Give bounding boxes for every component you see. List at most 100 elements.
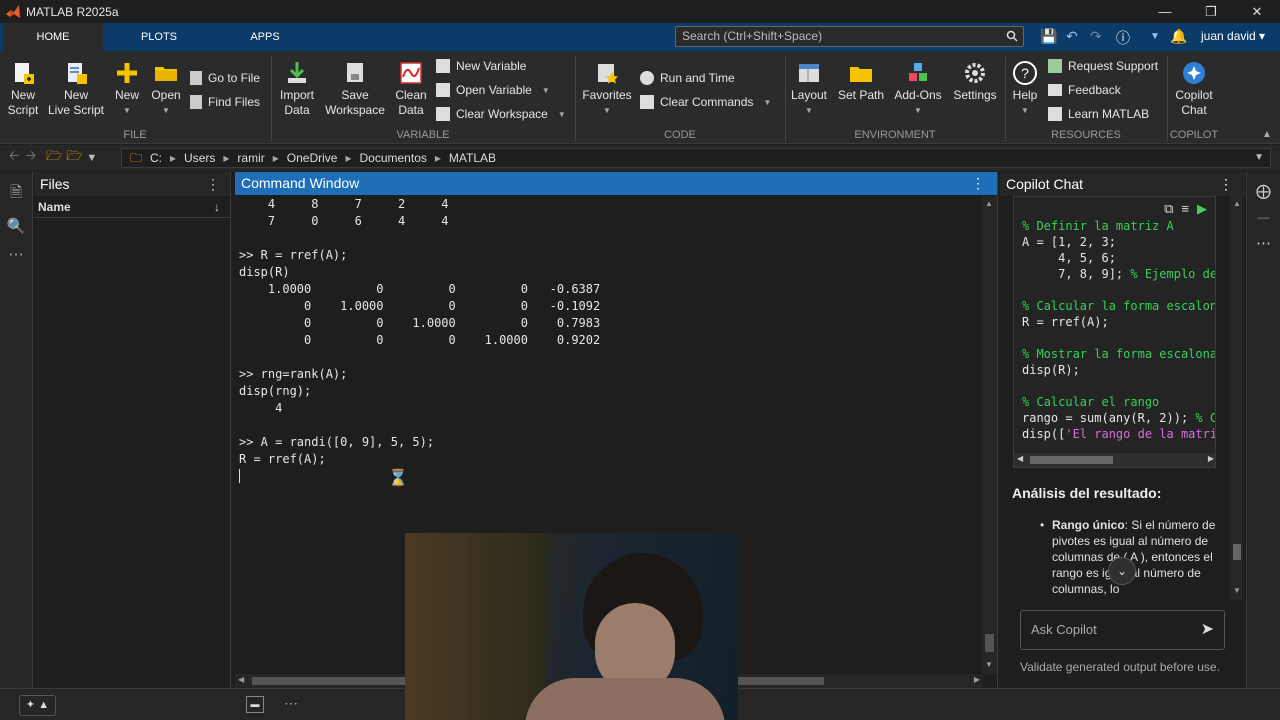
send-icon[interactable]: ➤ — [1201, 611, 1214, 649]
forward-arrow-icon[interactable]: 🡢 — [26, 147, 37, 169]
collapse-ribbon-icon[interactable]: ▲ — [1262, 129, 1272, 140]
collapse-icon[interactable]: — — [1247, 210, 1280, 224]
quick-access-dropdown-icon[interactable]: ▼ — [1150, 31, 1160, 42]
command-window-header: Command Window ⋮ — [235, 172, 997, 195]
more-options-icon[interactable]: ⋯ — [1247, 234, 1280, 252]
browse-folder-icon[interactable]: 🗁 — [66, 147, 82, 169]
status-menu-button[interactable]: ✦ ▲ — [19, 695, 56, 716]
panel-menu-icon[interactable]: ⋮ — [1219, 172, 1233, 196]
panel-menu-icon[interactable]: ⋮ — [206, 172, 220, 196]
add-ons-label: Add-Ons — [894, 88, 942, 102]
scroll-left-icon[interactable]: ◀ — [1017, 454, 1023, 463]
scroll-right-icon[interactable]: ▶ — [974, 675, 980, 684]
settings-button[interactable]: Settings — [950, 60, 1000, 103]
find-files-button[interactable]: Find Files — [190, 95, 260, 109]
scroll-up-icon[interactable]: ▲ — [1233, 199, 1241, 208]
help-button[interactable]: ? Help ▼ — [1008, 60, 1042, 118]
help-label: Help — [1012, 88, 1038, 102]
command-output[interactable]: 4 8 7 2 4 7 0 6 4 4 >> R = rref(A); disp(… — [239, 196, 600, 468]
save-icon[interactable]: 💾 — [1040, 28, 1057, 45]
path-segment[interactable]: C: — [150, 149, 162, 167]
save-workspace-button[interactable]: Save Workspace — [324, 60, 386, 118]
help-icon[interactable]: ⓘ — [1116, 28, 1130, 48]
new-live-script-button[interactable]: New Live Script — [46, 60, 106, 118]
import-data-button[interactable]: Import Data — [276, 60, 318, 118]
scroll-down-icon[interactable]: ▼ — [985, 660, 993, 669]
code-line: 7, 8, 9]; % Ejemplo de — [1022, 267, 1216, 281]
ribbon: New Script New Live Script New ▼ Open ▼ … — [0, 51, 1280, 144]
run-and-time-button[interactable]: Run and Time — [640, 71, 735, 85]
name-column-header[interactable]: Name ↓ — [34, 196, 230, 218]
chevron-down-icon[interactable]: ▼ — [1254, 149, 1264, 167]
up-folder-icon[interactable]: 🗁 — [46, 147, 62, 169]
undo-icon[interactable]: ↶ — [1066, 28, 1078, 45]
scroll-down-icon[interactable]: ▼ — [1233, 586, 1241, 595]
path-segment[interactable]: MATLAB — [449, 149, 496, 167]
more-options-icon[interactable]: ⋯ — [284, 695, 298, 712]
copilot-chat-button[interactable]: Copilot Chat — [1170, 60, 1218, 118]
panel-menu-icon[interactable]: ⋮ — [971, 172, 985, 195]
new-button[interactable]: New ▼ — [110, 60, 144, 118]
copilot-add-icon[interactable]: ⨁ — [1247, 182, 1280, 200]
feedback-label: Feedback — [1068, 83, 1121, 97]
close-icon[interactable]: ✕ — [1234, 0, 1280, 23]
scrollbar-thumb[interactable] — [1030, 456, 1113, 464]
new-script-button[interactable]: New Script — [4, 60, 42, 118]
scroll-up-icon[interactable]: ▲ — [985, 199, 993, 208]
address-bar: 🡠 🡢 🗁 🗁 ▼ 🗀 C: ▸ Users ▸ ramir ▸ OneDrive ▸ … — [0, 145, 1280, 171]
scrollbar-thumb[interactable] — [1233, 544, 1241, 560]
code-horizontal-scrollbar[interactable]: ◀ ▶ — [1014, 453, 1215, 467]
open-variable-button[interactable]: Open Variable ▼ — [436, 83, 550, 97]
sparkle-icon: ✦ — [25, 699, 36, 711]
scroll-to-bottom-button[interactable]: ⌄ — [1108, 557, 1136, 585]
clear-workspace-button[interactable]: Clear Workspace ▼ — [436, 107, 566, 121]
feedback-button[interactable]: Feedback — [1048, 83, 1121, 97]
tab-home[interactable]: HOME — [3, 23, 103, 51]
favorites-button[interactable]: Favorites ▼ — [582, 60, 632, 118]
request-support-button[interactable]: Request Support — [1048, 59, 1158, 73]
layout-button[interactable]: Layout ▼ — [790, 60, 828, 118]
new-script-label: New Script — [7, 88, 39, 117]
workspace-panel-icon[interactable]: 🔍 — [0, 217, 32, 235]
suggested-code-block[interactable]: ⧉ ≡ ▶ % Definir la matriz A A = [1, 2, 3;… — [1013, 196, 1216, 468]
analysis-bullet: • Rango único: Si el número de pivotes e… — [1040, 517, 1217, 597]
new-variable-button[interactable]: New Variable — [436, 59, 526, 73]
vertical-scrollbar[interactable]: ▲ ▼ — [1230, 196, 1243, 600]
user-account-menu[interactable]: juan david ▾ — [1201, 29, 1265, 43]
minimize-icon[interactable]: — — [1142, 0, 1188, 23]
path-segment[interactable]: Documentos — [360, 149, 427, 167]
scroll-right-icon[interactable]: ▶ — [1208, 454, 1214, 463]
run-code-icon[interactable]: ▶ — [1197, 201, 1207, 217]
copy-icon[interactable]: ⧉ — [1164, 201, 1173, 217]
restore-icon[interactable]: ❐ — [1188, 0, 1234, 23]
notification-bell-icon[interactable]: 🔔 — [1170, 28, 1187, 45]
files-panel-icon[interactable]: 🗎 — [0, 182, 32, 207]
path-segment[interactable]: ramir — [237, 149, 264, 167]
new-script-icon — [15, 63, 34, 84]
clean-data-button[interactable]: Clean Data — [392, 60, 430, 118]
open-button[interactable]: Open ▼ — [148, 60, 184, 118]
go-to-file-button[interactable]: Go to File — [190, 71, 260, 85]
add-ons-button[interactable]: Add-Ons ▼ — [892, 60, 944, 118]
learn-matlab-button[interactable]: Learn MATLAB — [1048, 107, 1149, 121]
tab-plots[interactable]: PLOTS — [110, 23, 208, 51]
redo-icon[interactable]: ↷ — [1090, 28, 1102, 45]
terminal-icon[interactable]: ▬ — [246, 696, 264, 713]
chevron-down-icon[interactable]: ▼ — [86, 152, 97, 164]
set-path-button[interactable]: Set Path — [836, 60, 886, 103]
scrollbar-thumb[interactable] — [985, 634, 994, 652]
path-segment[interactable]: Users — [184, 149, 215, 167]
scroll-left-icon[interactable]: ◀ — [238, 675, 244, 684]
back-arrow-icon[interactable]: 🡠 — [9, 147, 20, 169]
ask-copilot-input[interactable]: Ask Copilot ➤ — [1020, 610, 1225, 650]
more-options-icon[interactable]: ⋯ — [0, 245, 32, 263]
vertical-scrollbar[interactable]: ▲ ▼ — [982, 196, 997, 674]
sort-arrow-icon[interactable]: ↓ — [214, 196, 220, 218]
command-line: 0 0 0 1.0000 0.9202 — [239, 333, 601, 347]
tab-apps[interactable]: APPS — [215, 23, 315, 51]
current-folder-path[interactable]: 🗀 C: ▸ Users ▸ ramir ▸ OneDrive ▸ Documentos… — [121, 148, 1271, 168]
insert-code-icon[interactable]: ≡ — [1181, 201, 1189, 217]
search-input[interactable]: Search (Ctrl+Shift+Space) — [675, 26, 1024, 47]
clear-commands-button[interactable]: Clear Commands ▼ — [640, 95, 771, 109]
path-segment[interactable]: OneDrive — [287, 149, 338, 167]
